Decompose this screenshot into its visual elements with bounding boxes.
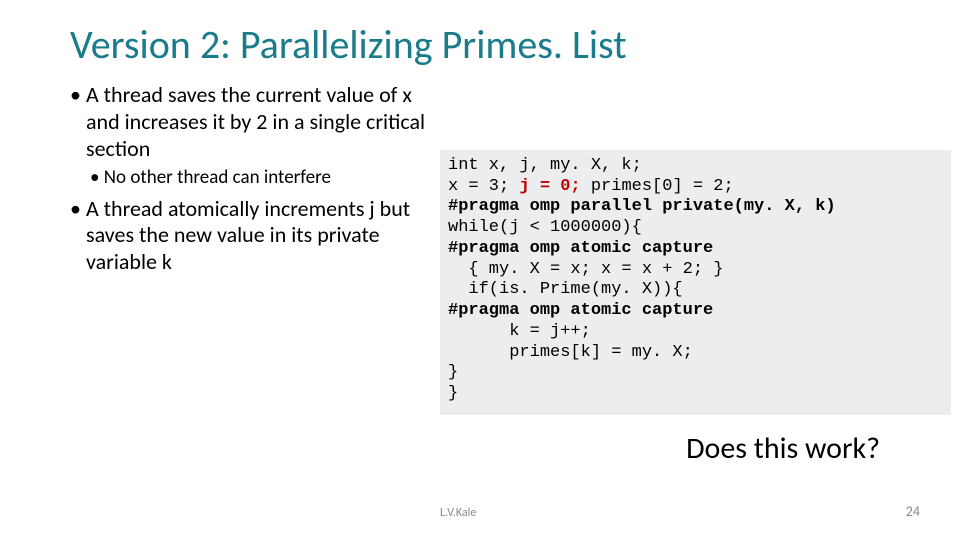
slide: Version 2: Parallelizing Primes. List A … (0, 0, 960, 540)
footer-page-number: 24 (906, 503, 920, 520)
code-l9: k = j++; (448, 322, 591, 341)
code-l7: if(is. Prime(my. X)){ (448, 280, 683, 299)
page-title: Version 2: Parallelizing Primes. List (70, 20, 627, 69)
code-l1: int x, j, my. X, k; (448, 156, 642, 175)
code-block: int x, j, my. X, k; x = 3; j = 0; primes… (440, 150, 951, 415)
bullet-1: A thread saves the current value of x an… (70, 82, 440, 162)
code-l10: primes[k] = my. X; (448, 343, 693, 362)
code-l8: #pragma omp atomic capture (448, 301, 713, 320)
code-l5: #pragma omp atomic capture (448, 239, 713, 258)
bullet-3: A thread atomically increments j but sav… (70, 196, 440, 276)
code-l2a: x = 3; (448, 177, 519, 196)
code-l11: } (448, 363, 458, 382)
code-l4: while(j < 1000000){ (448, 218, 642, 237)
bullet-list: A thread saves the current value of x an… (70, 82, 440, 280)
bullet-2: No other thread can interfere (70, 166, 440, 189)
code-l3: #pragma omp parallel private(my. X, k) (448, 197, 836, 216)
code-l12: } (448, 384, 458, 403)
question-text: Does this work? (686, 430, 880, 467)
code-l2b: j = 0; (519, 177, 580, 196)
code-l2c: primes[0] = 2; (581, 177, 734, 196)
code-l6: { my. X = x; x = x + 2; } (448, 260, 723, 279)
footer-author: L.V.Kale (440, 506, 476, 520)
